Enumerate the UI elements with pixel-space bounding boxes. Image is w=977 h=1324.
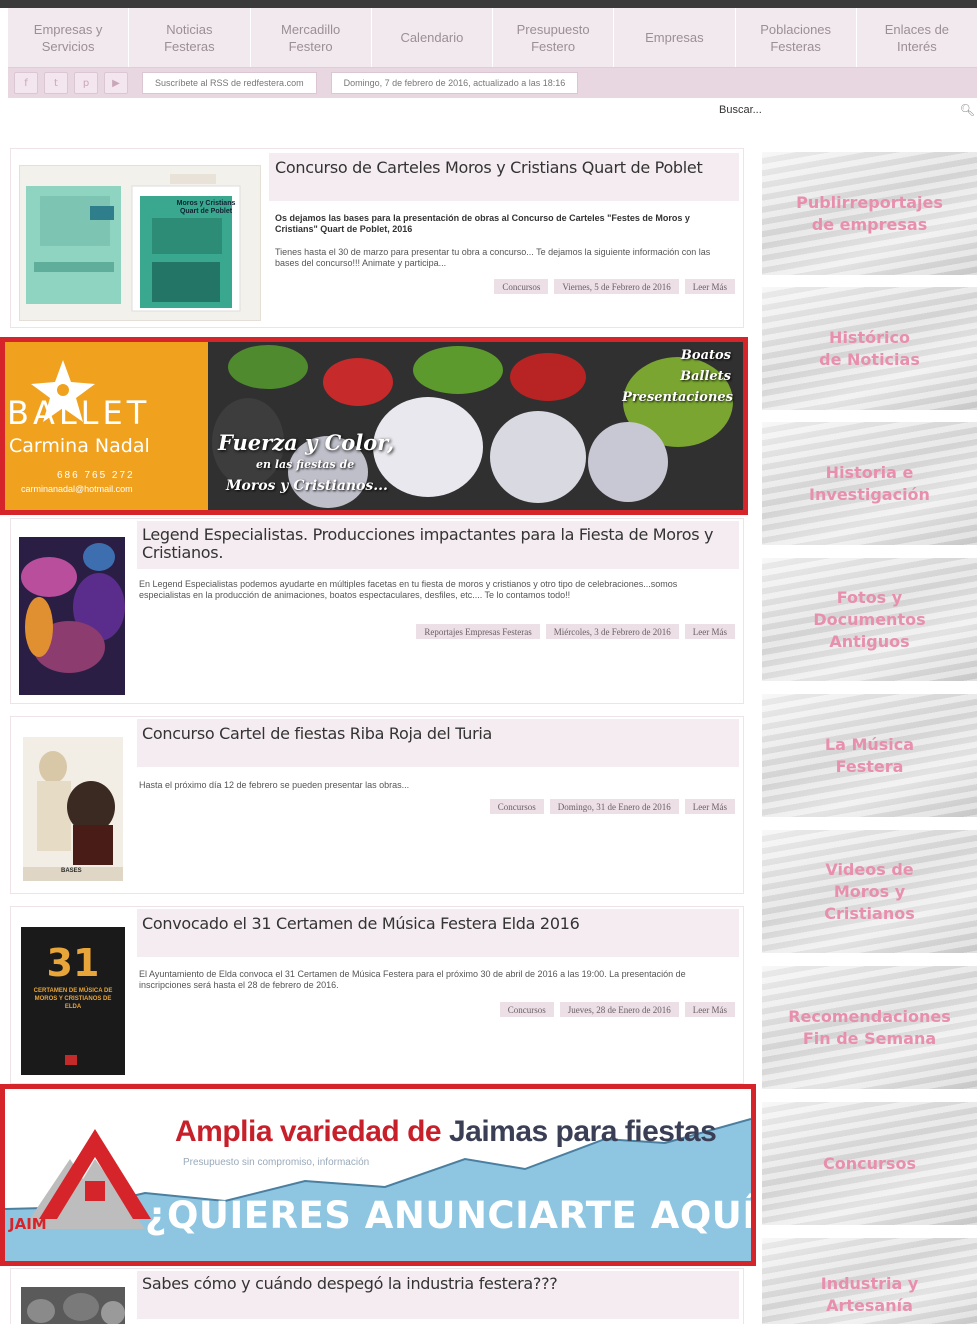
read-more-button[interactable]: Leer Más: [684, 279, 735, 294]
date-tag: Domingo, 31 de Enero de 2016: [549, 799, 679, 814]
article-thumbnail[interactable]: [19, 537, 125, 695]
ballet-ad-photo: Boatos Ballets Presentaciones Fuerza y C…: [208, 342, 743, 510]
article-excerpt: En Legend Especialistas podemos ayudarte…: [139, 579, 678, 600]
article-excerpt: El Ayuntamiento de Elda convoca el 31 Ce…: [139, 969, 686, 990]
date-tag: Miércoles, 3 de Febrero de 2016: [545, 624, 679, 639]
category-tag[interactable]: Reportajes Empresas Festeras: [416, 624, 540, 639]
sidebar-item-label: Historia e Investigación: [809, 462, 930, 504]
sidebar-item-recomendaciones[interactable]: Recomendaciones Fin de Semana: [762, 966, 977, 1089]
article-thumbnail[interactable]: 31 CERTAMEN DE MÚSICA DE MOROS Y CRISTIA…: [21, 927, 125, 1075]
search-icon[interactable]: 🔍︎: [960, 103, 975, 117]
article-thumbnail[interactable]: Moros y Cristians Quart de Poblet: [19, 165, 261, 321]
article-lead: Os dejamos las bases para la presentació…: [275, 213, 690, 234]
nav-item-enlaces-interes[interactable]: Enlaces de Interés: [857, 8, 977, 67]
thumb-number: 31: [46, 941, 100, 985]
date-tag: Viernes, 5 de Febrero de 2016: [554, 279, 679, 294]
nav-item-empresas[interactable]: Empresas: [614, 8, 736, 67]
article-excerpt: Hasta el próximo día 12 de febrero se pu…: [139, 780, 410, 790]
nav-item-presupuesto-festero[interactable]: Presupuesto Festero: [493, 8, 615, 67]
article-card: 31 CERTAMEN DE MÚSICA DE MOROS Y CRISTIA…: [10, 906, 744, 1084]
sub-bar: f t p ▶ Suscríbete al RSS de redfestera.…: [8, 68, 977, 98]
jaimas-headline: Amplia variedad de Jaimas para fiestas: [175, 1115, 717, 1149]
ballet-slogan-sub: en las fiestas de: [256, 458, 355, 471]
main-nav: Empresas y Servicios Noticias Festeras M…: [8, 8, 977, 68]
article-excerpt: Tienes hasta el 30 de marzo para present…: [275, 247, 711, 268]
article-card: Moros y Cristians Quart de Poblet Concur…: [10, 148, 744, 328]
article-meta: Reportajes Empresas Festeras Miércoles, …: [416, 624, 735, 639]
thumb-caption: Moros y Cristians Quart de Poblet: [176, 200, 236, 215]
thumb-caption: BASES: [61, 868, 82, 874]
pinterest-icon[interactable]: p: [74, 72, 98, 94]
article-title[interactable]: Sabes cómo y cuándo despegó la industria…: [142, 1275, 732, 1293]
sidebar-item-publirreportajes[interactable]: Publirreportajes de empresas: [762, 152, 977, 275]
category-tag[interactable]: Concursos: [499, 1002, 554, 1017]
article-title[interactable]: Concurso de Carteles Moros y Cristians Q…: [275, 159, 730, 177]
article-card: Sabes cómo y cuándo despegó la industria…: [10, 1268, 744, 1324]
sidebar-item-industria-artesania[interactable]: Industria y Artesanía: [762, 1238, 977, 1324]
rss-subscribe-link[interactable]: Suscríbete al RSS de redfestera.com: [142, 72, 317, 94]
sidebar-item-label: Videos de Moros y Cristianos: [824, 859, 915, 923]
jaimas-cta[interactable]: ¿QUIERES ANUNCIARTE AQUÍ?: [145, 1194, 751, 1237]
read-more-button[interactable]: Leer Más: [684, 624, 735, 639]
sidebar-item-label: Fotos y Documentos Antiguos: [813, 587, 926, 651]
ballet-ad-brand-panel: BALLET Carmina Nadal 686 765 272 carmina…: [5, 342, 208, 510]
sidebar-item-historico-noticias[interactable]: Histórico de Noticias: [762, 287, 977, 410]
nav-item-noticias-festeras[interactable]: Noticias Festeras: [129, 8, 251, 67]
sidebar-item-musica-festera[interactable]: La Música Festera: [762, 694, 977, 817]
ballet-email: carminanadal@hotmail.com: [21, 484, 133, 494]
article-meta: Concursos Jueves, 28 de Enero de 2016 Le…: [499, 1002, 735, 1017]
search-input[interactable]: Buscar...: [719, 104, 762, 116]
thumb-caption: CERTAMEN DE MÚSICA DE MOROS Y CRISTIANOS…: [33, 988, 113, 1010]
article-meta: Concursos Domingo, 31 de Enero de 2016 L…: [489, 799, 735, 814]
jaimas-headline-red: Amplia variedad de: [175, 1115, 442, 1148]
read-more-button[interactable]: Leer Más: [684, 1002, 735, 1017]
facebook-icon[interactable]: f: [14, 72, 38, 94]
sidebar-item-label: Histórico de Noticias: [819, 327, 920, 369]
sidebar-item-label: Industria y Artesanía: [820, 1274, 919, 1315]
search-box[interactable]: Buscar... 🔍︎: [712, 98, 977, 122]
article-thumbnail[interactable]: [21, 1287, 125, 1324]
ballet-slogan-end: Moros y Cristianos...: [226, 478, 388, 494]
date-tag: Jueves, 28 de Enero de 2016: [559, 1002, 679, 1017]
jaimas-small-text: Presupuesto sin compromiso, información: [183, 1157, 370, 1168]
sidebar-item-label: La Música Festera: [824, 734, 915, 776]
jaimas-logo-text: JAIM: [9, 1215, 47, 1233]
sidebar-item-fotos-documentos[interactable]: Fotos y Documentos Antiguos: [762, 558, 977, 681]
article-title[interactable]: Legend Especialistas. Producciones impac…: [142, 526, 732, 562]
article-title[interactable]: Convocado el 31 Certamen de Música Feste…: [142, 915, 732, 933]
top-strip: [0, 0, 977, 8]
twitter-icon[interactable]: t: [44, 72, 68, 94]
ballet-tagline-1: Boatos: [680, 348, 731, 363]
read-more-button[interactable]: Leer Más: [684, 799, 735, 814]
nav-item-empresas-servicios[interactable]: Empresas y Servicios: [8, 8, 130, 67]
date-updated-text: Domingo, 7 de febrero de 2016, actualiza…: [330, 72, 579, 94]
nav-item-mercadillo-festero[interactable]: Mercadillo Festero: [251, 8, 372, 67]
sidebar-item-label: Recomendaciones Fin de Semana: [788, 1006, 951, 1048]
sidebar-item-historia-investigacion[interactable]: Historia e Investigación: [762, 422, 977, 545]
sidebar-item-concursos[interactable]: Concursos: [762, 1102, 977, 1225]
jaimas-headline-dark: Jaimas para fiestas: [448, 1115, 717, 1148]
ballet-logo-text: BALLET: [7, 394, 151, 432]
nav-item-calendario[interactable]: Calendario: [372, 8, 493, 67]
youtube-icon[interactable]: ▶: [104, 72, 128, 94]
sidebar-item-label: Concursos: [823, 1153, 916, 1173]
ballet-tagline-2: Ballets: [680, 369, 731, 384]
article-meta: Concursos Viernes, 5 de Febrero de 2016 …: [494, 279, 735, 294]
article-card: Legend Especialistas. Producciones impac…: [10, 518, 744, 704]
category-tag[interactable]: Concursos: [494, 279, 549, 294]
sidebar-item-label: Publirreportajes de empresas: [796, 192, 943, 234]
jaimas-ad-banner[interactable]: JAIM Amplia variedad de Jaimas para fies…: [0, 1084, 756, 1266]
ballet-phone: 686 765 272: [57, 470, 135, 481]
ballet-ad-banner[interactable]: BALLET Carmina Nadal 686 765 272 carmina…: [0, 337, 748, 515]
ballet-tagline-3: Presentaciones: [622, 390, 733, 405]
article-card: BASES Concurso Cartel de fiestas Riba Ro…: [10, 716, 744, 894]
ballet-name-text: Carmina Nadal: [9, 435, 150, 457]
sidebar-item-videos[interactable]: Videos de Moros y Cristianos: [762, 830, 977, 953]
article-title[interactable]: Concurso Cartel de fiestas Riba Roja del…: [142, 725, 732, 743]
nav-item-poblaciones-festeras[interactable]: Poblaciones Festeras: [736, 8, 857, 67]
category-tag[interactable]: Concursos: [489, 799, 544, 814]
article-thumbnail[interactable]: BASES: [23, 737, 123, 881]
ballet-slogan-main: Fuerza y Color,: [218, 430, 395, 455]
thumb-shape: [65, 1055, 77, 1065]
